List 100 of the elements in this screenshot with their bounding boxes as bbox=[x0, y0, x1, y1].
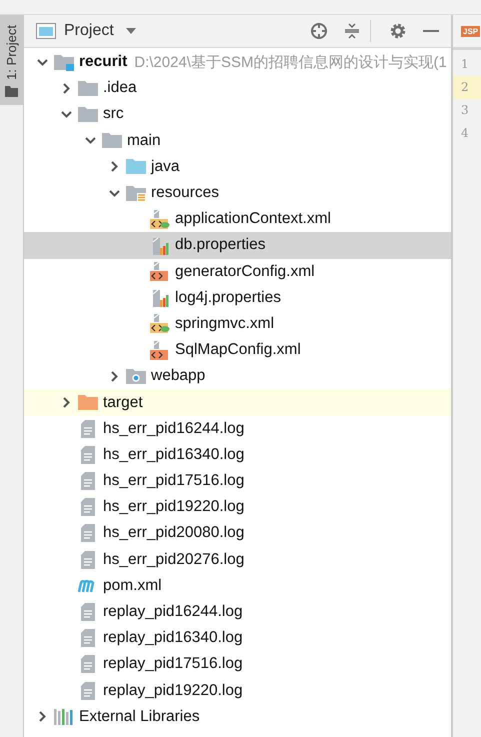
item-label: .idea bbox=[103, 79, 137, 98]
item-label: hs_err_pid20080.log bbox=[103, 524, 244, 542]
text-file-icon bbox=[81, 446, 95, 464]
tree-item[interactable]: applicationContext.xml bbox=[24, 206, 451, 232]
text-file-icon bbox=[81, 682, 95, 700]
project-tab[interactable]: 1: Project bbox=[0, 15, 23, 105]
text-file-icon bbox=[81, 550, 95, 569]
chevron-right-icon[interactable] bbox=[110, 161, 118, 172]
tree-item[interactable]: SqlMapConfig.xml bbox=[24, 337, 451, 364]
chevron-right-icon[interactable] bbox=[62, 397, 70, 408]
folder-icon bbox=[5, 86, 18, 97]
item-label: replay_pid19220.log bbox=[103, 682, 243, 700]
chevron-right-icon[interactable] bbox=[62, 82, 70, 94]
tree-item[interactable]: replay_pid16340.log bbox=[24, 625, 451, 652]
item-label: hs_err_pid19220.log bbox=[103, 498, 244, 516]
chevron-down-icon[interactable] bbox=[36, 58, 48, 66]
item-label: main bbox=[127, 132, 161, 150]
item-label: hs_err_pid20276.log bbox=[103, 550, 244, 569]
line-number: 1 bbox=[460, 56, 470, 73]
folder-icon bbox=[126, 184, 146, 202]
item-label: src bbox=[103, 105, 124, 124]
properties-file-icon bbox=[151, 288, 169, 308]
tree-item[interactable]: generatorConfig.xml bbox=[24, 258, 451, 285]
tree-item[interactable]: hs_err_pid20276.log bbox=[24, 546, 451, 573]
tree-item[interactable]: hs_err_pid20080.log bbox=[24, 520, 451, 547]
tree-item[interactable]: pom.xml bbox=[24, 572, 451, 599]
folder-icon bbox=[126, 158, 146, 176]
folder-icon bbox=[126, 368, 146, 385]
item-label: SqlMapConfig.xml bbox=[175, 341, 301, 360]
tree-item[interactable]: target bbox=[24, 389, 451, 416]
item-label: External Libraries bbox=[79, 708, 200, 726]
line-number: 2 bbox=[453, 76, 481, 99]
item-label: db.properties bbox=[175, 236, 266, 254]
tree-item[interactable]: hs_err_pid16244.log bbox=[24, 416, 451, 442]
properties-file-icon bbox=[151, 236, 169, 255]
tree-item[interactable]: recurit D:\2024\基于SSM的招聘信息网的设计与实现(1 bbox=[24, 49, 451, 76]
item-label: hs_err_pid16340.log bbox=[103, 446, 244, 464]
text-file-icon bbox=[81, 420, 95, 438]
tree-item[interactable]: src bbox=[24, 101, 451, 128]
xml-file-icon bbox=[150, 262, 170, 282]
spring-xml-file-icon bbox=[150, 314, 170, 334]
folder-icon bbox=[78, 106, 98, 123]
item-label: pom.xml bbox=[103, 576, 162, 595]
line-number: 4 bbox=[460, 125, 470, 142]
item-label: resources bbox=[151, 184, 220, 202]
chevron-right-icon[interactable] bbox=[110, 370, 118, 382]
tree-item[interactable]: hs_err_pid16340.log bbox=[24, 442, 451, 468]
tree-item[interactable]: resources bbox=[24, 180, 451, 206]
item-label: springmvc.xml bbox=[175, 314, 274, 333]
text-file-icon bbox=[81, 498, 95, 516]
tree-item[interactable]: log4j.properties bbox=[24, 284, 451, 311]
locate-icon[interactable] bbox=[310, 22, 328, 40]
item-label: log4j.properties bbox=[175, 288, 281, 307]
panel-title[interactable]: Project bbox=[64, 22, 114, 40]
text-file-icon bbox=[81, 603, 95, 622]
item-label: hs_err_pid17516.log bbox=[103, 472, 244, 490]
tree-item[interactable]: .idea bbox=[24, 75, 451, 102]
dropdown-caret-icon[interactable] bbox=[126, 28, 136, 34]
folder-icon bbox=[102, 132, 122, 150]
item-label: applicationContext.xml bbox=[175, 210, 331, 228]
tree-item[interactable]: External Libraries bbox=[24, 704, 451, 730]
folder-icon bbox=[78, 80, 98, 97]
chevron-down-icon[interactable] bbox=[108, 190, 120, 197]
text-file-icon bbox=[81, 655, 95, 674]
tree-item[interactable]: replay_pid19220.log bbox=[24, 678, 451, 704]
xml-file-icon bbox=[150, 340, 170, 360]
settings-icon[interactable] bbox=[389, 22, 407, 40]
chevron-down-icon[interactable] bbox=[84, 137, 96, 144]
text-file-icon bbox=[81, 629, 95, 648]
project-folder-icon bbox=[54, 54, 74, 71]
item-label: hs_err_pid16244.log bbox=[103, 420, 244, 438]
item-label: replay_pid17516.log bbox=[103, 655, 243, 674]
tree-item[interactable]: db.properties bbox=[24, 232, 451, 258]
item-label: java bbox=[151, 158, 180, 176]
collapse-icon[interactable] bbox=[344, 22, 360, 40]
tree-item[interactable]: hs_err_pid17516.log bbox=[24, 468, 451, 494]
chevron-down-icon[interactable] bbox=[60, 110, 72, 118]
item-label: recurit bbox=[79, 53, 128, 72]
tree-item[interactable]: webapp bbox=[24, 363, 451, 390]
chevron-right-icon[interactable] bbox=[38, 711, 46, 722]
tree-item[interactable]: hs_err_pid19220.log bbox=[24, 494, 451, 520]
spring-xml-file-icon bbox=[150, 210, 170, 229]
text-file-icon bbox=[81, 524, 95, 542]
line-number: 3 bbox=[460, 102, 470, 119]
item-label: webapp bbox=[151, 367, 206, 386]
project-path: D:\2024\基于SSM的招聘信息网的设计与实现(1 bbox=[134, 52, 447, 72]
tree-item[interactable]: main bbox=[24, 128, 451, 154]
tree-item[interactable]: replay_pid16244.log bbox=[24, 598, 451, 626]
item-label: target bbox=[103, 394, 143, 412]
tree-item[interactable]: java bbox=[24, 154, 451, 180]
folder-icon bbox=[78, 394, 98, 412]
item-label: replay_pid16340.log bbox=[103, 629, 243, 648]
tree-item[interactable]: springmvc.xml bbox=[24, 310, 451, 338]
item-label: generatorConfig.xml bbox=[175, 262, 315, 281]
libraries-icon bbox=[53, 708, 75, 726]
minimize-icon[interactable] bbox=[423, 30, 439, 32]
window-icon bbox=[36, 23, 56, 39]
tree-item[interactable]: replay_pid17516.log bbox=[24, 651, 451, 678]
item-label: replay_pid16244.log bbox=[103, 603, 243, 622]
text-file-icon bbox=[81, 472, 95, 490]
